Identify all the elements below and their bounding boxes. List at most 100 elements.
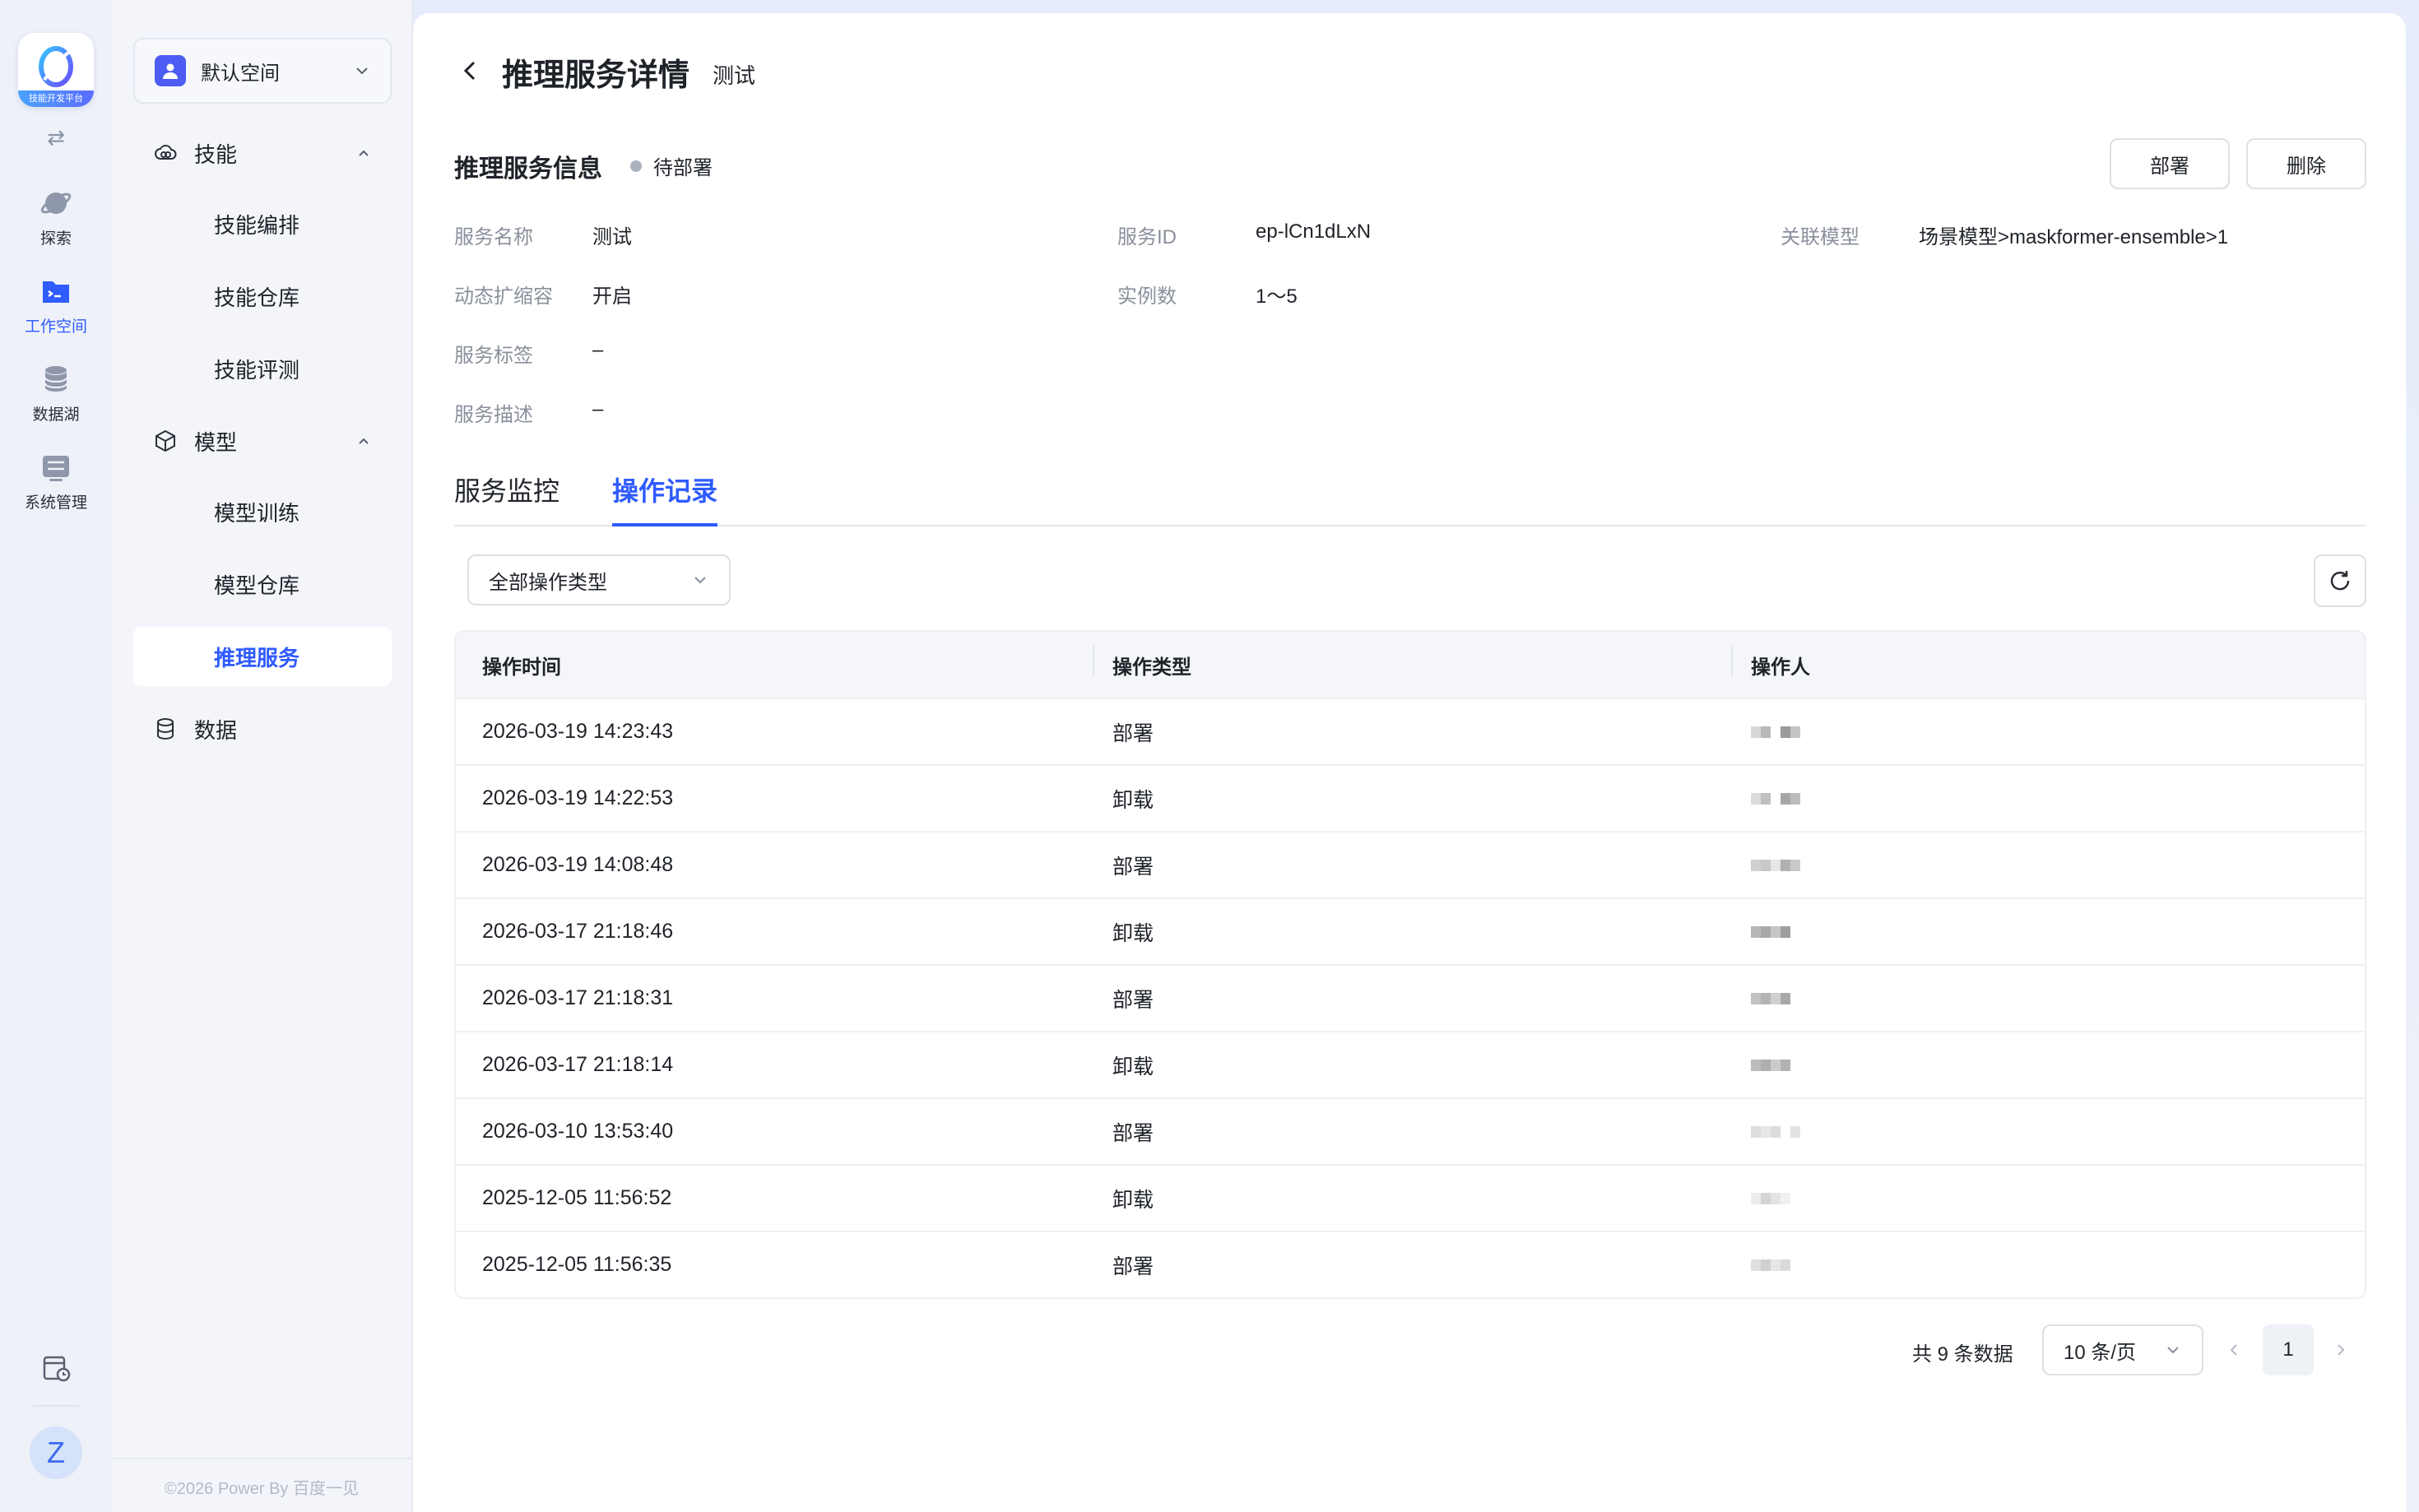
sidebar-item-inference-service[interactable]: 推理服务 [133,627,392,686]
info-service-id: 服务ID ep-lCn1dLxN [1117,220,1371,249]
table-body: 2026-03-19 14:23:43 部署 2026-03-19 14:22:53… [456,698,2365,1297]
cell-operator-redacted [1731,853,2365,877]
cell-time: 2026-03-19 14:22:53 [482,786,674,809]
table-row: 2026-03-17 21:18:46 卸载 [456,897,2365,964]
rail-item-system[interactable]: 系统管理 [25,451,87,513]
planet-icon [40,192,72,214]
cell-type: 卸载 [1112,921,1154,945]
collapse-toggle-icon[interactable]: ⇄ [47,125,65,151]
page-number-button[interactable]: 1 [2263,1324,2314,1375]
page-title: 推理服务详情 [502,58,690,93]
main-panel: 推理服务详情 测试 推理服务信息 待部署 部署 删除 服务名称 测试 服务ID … [413,13,2406,1512]
nav-group-skills[interactable]: 技能 [133,123,392,183]
redacted-operator-pixelation [1751,1126,1800,1138]
workspace-label: 默认空间 [201,62,280,85]
info-key: 动态扩缩容 [454,285,553,308]
rail-divider [33,1405,79,1407]
rail-item-explore[interactable]: 探索 [39,187,72,248]
operation-type-value: 全部操作类型 [489,571,607,594]
sidebar-item-model-training[interactable]: 模型训练 [133,482,392,541]
next-page-button[interactable] [2327,1336,2355,1364]
delete-button[interactable]: 删除 [2246,138,2366,189]
rail-item-label: 数据湖 [32,406,80,424]
rail-item-workspace[interactable]: 工作空间 [25,275,87,336]
cell-time: 2026-03-17 21:18:31 [482,986,674,1009]
info-description: 服务描述 – [454,398,603,427]
chevron-down-icon [2167,1347,2179,1354]
info-service-name: 服务名称 测试 [454,220,632,249]
app-logo[interactable]: 技能开发平台 [18,33,94,107]
cell-type: 卸载 [1112,788,1154,812]
cell-time: 2026-03-19 14:08:48 [482,853,674,876]
database-icon [44,366,67,392]
back-button[interactable] [454,54,487,87]
cell-time: 2026-03-17 21:18:46 [482,920,674,943]
table-row: 2026-03-19 14:23:43 部署 [456,698,2365,764]
section-title: 推理服务信息 [454,155,602,183]
info-key: 服务名称 [454,226,533,248]
sidebar-item-skill-eval[interactable]: 技能评测 [133,339,392,398]
chevron-down-icon [356,67,368,75]
cell-operator-redacted [1731,1053,2365,1077]
cell-operator-redacted [1731,986,2365,1010]
cell-time: 2026-03-17 21:18:14 [482,1053,674,1076]
workspace-select[interactable]: 默认空间 [133,38,392,104]
settings-panel-icon [42,456,69,481]
cloud-link-icon [155,145,177,160]
nav-group-label: 数据 [194,717,238,743]
rail-item-datalake[interactable]: 数据湖 [32,363,80,424]
cell-time: 2025-12-05 11:56:35 [482,1253,672,1276]
cell-type: 部署 [1112,1121,1154,1145]
copyright: ©2026 Power By 百度一见 [165,1480,359,1498]
calendar-clock-icon[interactable] [39,1351,72,1384]
deploy-button[interactable]: 部署 [2110,138,2230,189]
rail-item-label: 工作空间 [24,318,87,336]
column-header-operator: 操作人 [1731,645,2365,679]
app-rail: 技能开发平台 ⇄ 探索 工作空间 数据湖 系统管理 Z [0,0,112,1512]
sidebar-nav: 技能 技能编排 技能仓库 技能评测 模型 模型训练 模型仓库 推理服务 数据 [133,123,392,758]
prev-page-button[interactable] [2220,1336,2248,1364]
cell-type: 卸载 [1112,1188,1154,1212]
page-size-value: 10 条/页 [2064,1341,2137,1364]
cell-operator-redacted [1731,720,2365,744]
table-row: 2026-03-17 21:18:14 卸载 [456,1031,2365,1097]
nav-group-data[interactable]: 数据 [133,699,392,758]
page-subtitle: 测试 [713,63,756,88]
folder-terminal-icon [42,281,69,303]
cell-type: 部署 [1112,855,1154,879]
cell-operator-redacted [1731,1120,2365,1143]
info-value: 场景模型>maskformer-ensemble>1 [1919,226,2229,248]
redacted-operator-pixelation [1751,1060,1790,1071]
chevron-right-icon [2338,1344,2345,1356]
cell-time: 2026-03-19 14:23:43 [482,720,674,743]
info-key: 服务描述 [454,404,533,426]
redacted-operator-pixelation [1751,1259,1790,1271]
info-value: – [592,398,604,420]
info-linked-model: 关联模型 场景模型>maskformer-ensemble>1 [1781,220,2228,249]
tab-operation-log[interactable]: 操作记录 [612,471,718,526]
nav-group-models[interactable]: 模型 [133,411,392,471]
tab-bar: 服务监控 操作记录 [454,471,2366,526]
column-header-type: 操作类型 [1093,645,1731,679]
chevron-up-icon [359,150,369,156]
info-key: 服务ID [1117,226,1177,248]
chevron-up-icon [359,438,369,444]
cell-operator-redacted [1731,786,2365,810]
pagination-total: 共 9 条数据 [1912,1343,2013,1366]
page-size-select[interactable]: 10 条/页 [2042,1324,2203,1375]
cell-time: 2025-12-05 11:56:52 [482,1186,672,1209]
operation-type-select[interactable]: 全部操作类型 [467,554,731,605]
status-text: 待部署 [653,157,713,179]
sidebar-item-model-repo[interactable]: 模型仓库 [133,554,392,614]
column-header-time: 操作时间 [482,656,561,679]
cell-operator-redacted [1731,1186,2365,1210]
refresh-button[interactable] [2314,554,2366,607]
nav-group-label: 技能 [194,141,238,167]
info-key: 服务标签 [454,345,533,367]
tab-service-monitor[interactable]: 服务监控 [454,471,559,523]
avatar[interactable]: Z [30,1426,82,1479]
refresh-icon [2330,571,2350,591]
sidebar-item-skill-orchestration[interactable]: 技能编排 [133,194,392,253]
sidebar-item-skill-repo[interactable]: 技能仓库 [133,267,392,326]
status-badge: 待部署 [630,151,713,180]
